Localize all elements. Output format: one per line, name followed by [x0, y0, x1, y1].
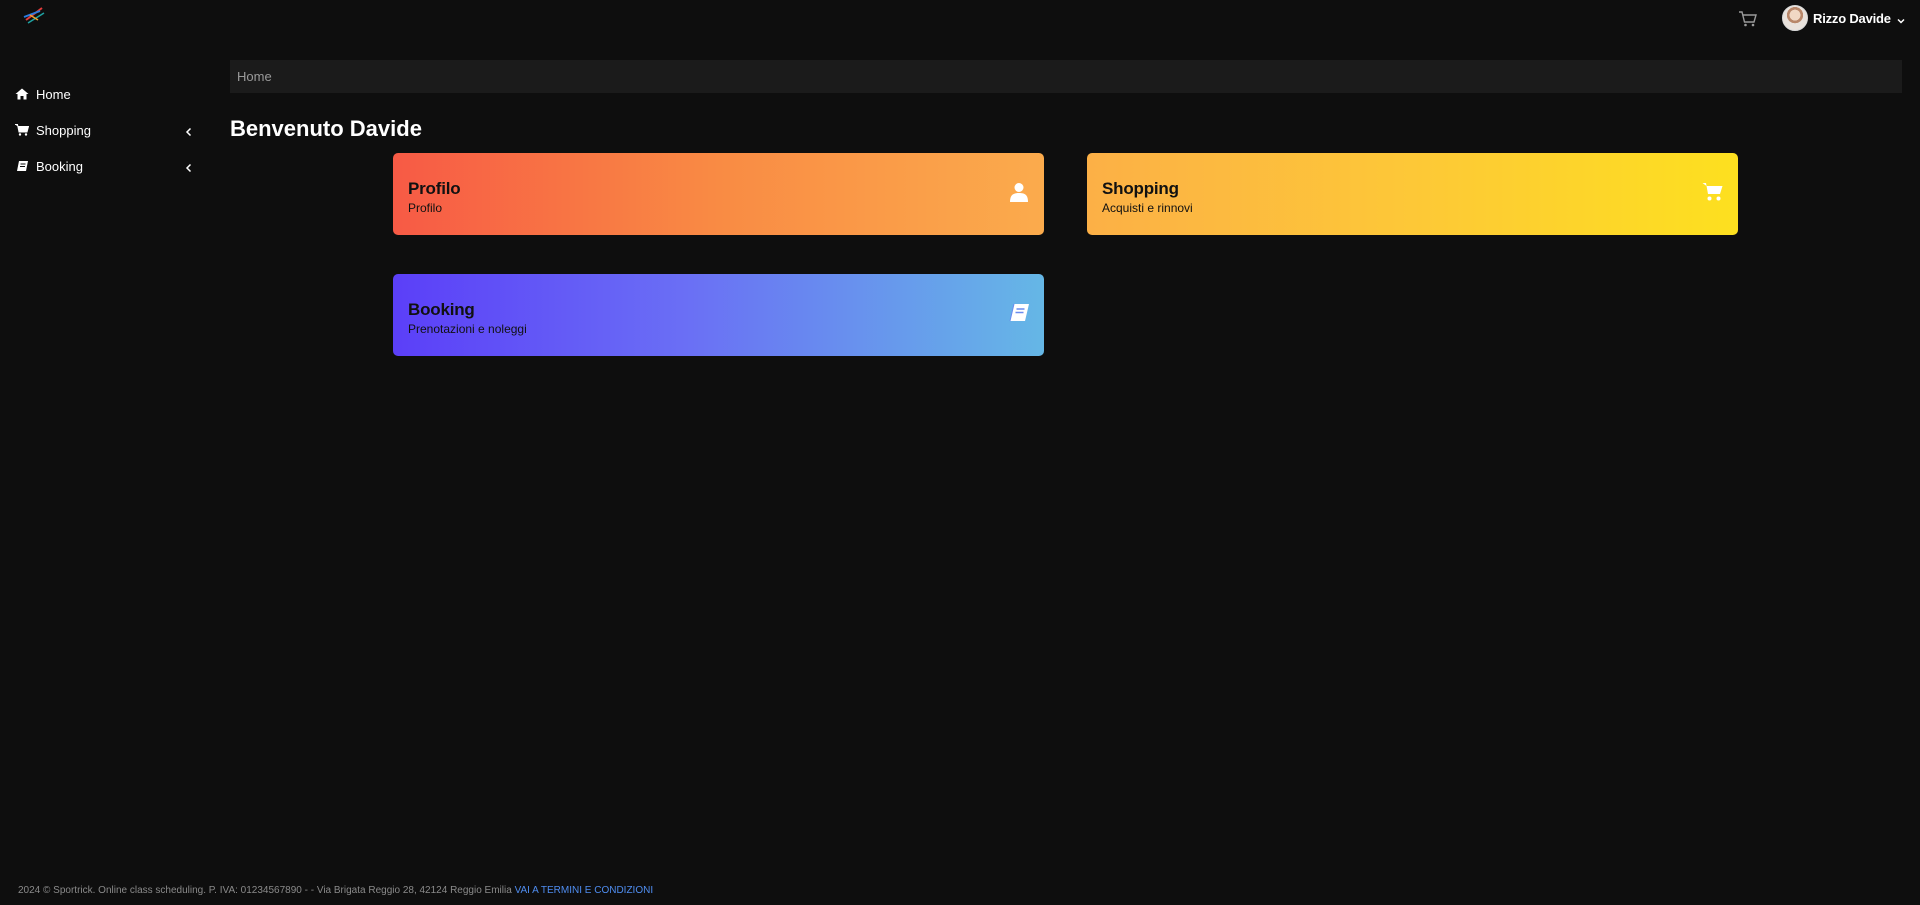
footer: 2024 © Sportrick. Online class schedulin… — [18, 885, 653, 896]
sidebar-item-shopping[interactable]: Shopping — [0, 112, 200, 148]
sportrick-logo-icon[interactable] — [20, 4, 48, 28]
sidebar-item-booking[interactable]: Booking — [0, 148, 200, 184]
profilo-card[interactable]: Profilo Profilo — [393, 153, 1044, 235]
avatar[interactable] — [1782, 5, 1808, 31]
breadcrumb-item-home[interactable]: Home — [237, 69, 272, 84]
card-title: Booking — [408, 300, 475, 319]
breadcrumb: Home — [230, 60, 1902, 93]
sidebar: Home Shopping Booking — [0, 76, 200, 184]
sidebar-item-home[interactable]: Home — [0, 76, 200, 112]
booking-card[interactable]: Booking Prenotazioni e noleggi — [393, 274, 1044, 356]
cart-icon — [15, 123, 29, 137]
cart-icon — [1702, 181, 1724, 203]
shopping-card[interactable]: Shopping Acquisti e rinnovi — [1087, 153, 1738, 235]
cart-icon[interactable] — [1738, 10, 1758, 28]
card-title: Shopping — [1102, 179, 1179, 198]
chevron-left-icon[interactable] — [184, 161, 194, 173]
user-menu[interactable]: Rizzo Davide — [1782, 4, 1906, 32]
card-subtitle: Acquisti e rinnovi — [1102, 201, 1193, 215]
card-subtitle: Prenotazioni e noleggi — [408, 322, 527, 336]
page-title: Benvenuto Davide — [230, 116, 422, 141]
chevron-left-icon[interactable] — [184, 125, 194, 137]
user-icon — [1008, 181, 1030, 203]
sidebar-item-label: Shopping — [36, 122, 91, 138]
user-name[interactable]: Rizzo Davide — [1813, 11, 1891, 26]
book-icon — [15, 159, 29, 173]
book-icon — [1008, 302, 1030, 324]
terms-link[interactable]: VAI A TERMINI E CONDIZIONI — [515, 885, 654, 896]
footer-text: 2024 © Sportrick. Online class schedulin… — [18, 885, 512, 896]
card-subtitle: Profilo — [408, 201, 443, 215]
top-bar: Rizzo Davide — [0, 0, 1920, 38]
home-icon — [15, 87, 29, 101]
card-title: Profilo — [408, 179, 461, 198]
sidebar-item-label: Booking — [36, 158, 83, 174]
sidebar-item-label: Home — [36, 86, 71, 102]
chevron-down-icon[interactable] — [1896, 13, 1906, 24]
